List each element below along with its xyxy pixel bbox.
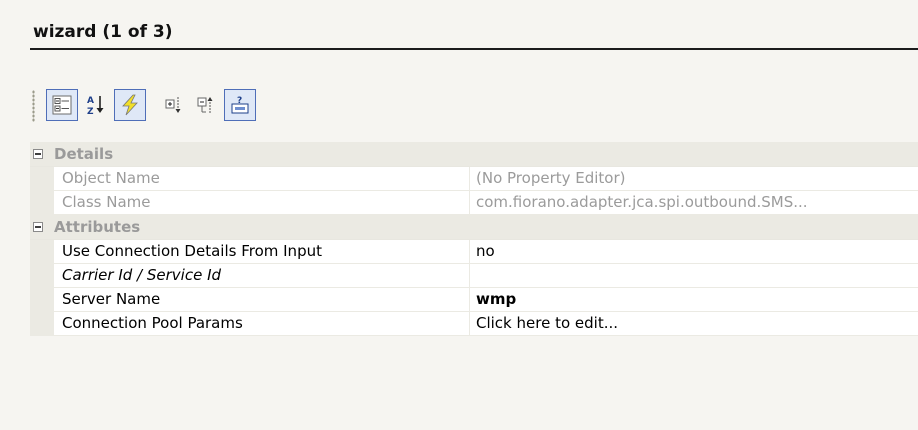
toolbar-grip-handle[interactable] [32,90,35,122]
property-row-server-name[interactable]: Server Name wmp [30,288,918,312]
property-name: Class Name [54,191,470,215]
sort-alphabetical-button[interactable]: A Z [80,89,112,121]
help-export-icon: ? [231,96,249,114]
collapse-all-icon [197,97,213,113]
property-value-field[interactable]: wmp [470,288,918,312]
collapse-all-button[interactable] [190,89,222,121]
property-value: (No Property Editor) [470,167,918,191]
property-value-field[interactable]: Click here to edit... [470,312,918,336]
categorized-button[interactable] [46,89,78,121]
category-details[interactable]: Details [30,142,918,167]
property-value-field[interactable] [470,264,918,288]
property-name: Connection Pool Params [54,312,470,336]
lightning-icon [122,94,138,116]
svg-text:A: A [87,96,94,106]
category-attributes[interactable]: Attributes [30,215,918,240]
svg-text:?: ? [237,96,242,106]
property-row-object-name[interactable]: Object Name (No Property Editor) [30,167,918,191]
property-row-class-name[interactable]: Class Name com.fiorano.adapter.jca.spi.o… [30,191,918,215]
expand-all-button[interactable] [158,89,190,121]
collapse-toggle-icon[interactable] [33,149,43,159]
property-name: Server Name [54,288,470,312]
property-row-use-connection-details[interactable]: Use Connection Details From Input no [30,240,918,264]
category-label: Details [54,145,114,163]
property-value-field[interactable]: no [470,240,918,264]
expand-all-icon [165,97,181,113]
events-button[interactable] [114,89,146,121]
panel-title: wizard (1 of 3) [33,22,173,42]
property-name: Carrier Id / Service Id [54,264,470,288]
property-name: Use Connection Details From Input [54,240,470,264]
property-value: com.fiorano.adapter.jca.spi.outbound.SMS… [470,191,918,215]
property-grid: Details Object Name (No Property Editor)… [30,142,918,336]
sort-alphabetical-icon: A Z [87,96,104,117]
property-toolbar: A Z ? [30,86,360,130]
categorized-icon [52,95,72,115]
title-divider [30,48,918,50]
property-row-carrier-id[interactable]: Carrier Id / Service Id [30,264,918,288]
category-label: Attributes [54,218,141,236]
property-name: Object Name [54,167,470,191]
property-row-connection-pool[interactable]: Connection Pool Params Click here to edi… [30,312,918,336]
svg-text:Z: Z [87,107,94,117]
property-sheet-panel: wizard (1 of 3) A Z ? Details Object Nam… [0,0,918,430]
property-pages-button[interactable]: ? [224,89,256,121]
collapse-toggle-icon[interactable] [33,222,43,232]
